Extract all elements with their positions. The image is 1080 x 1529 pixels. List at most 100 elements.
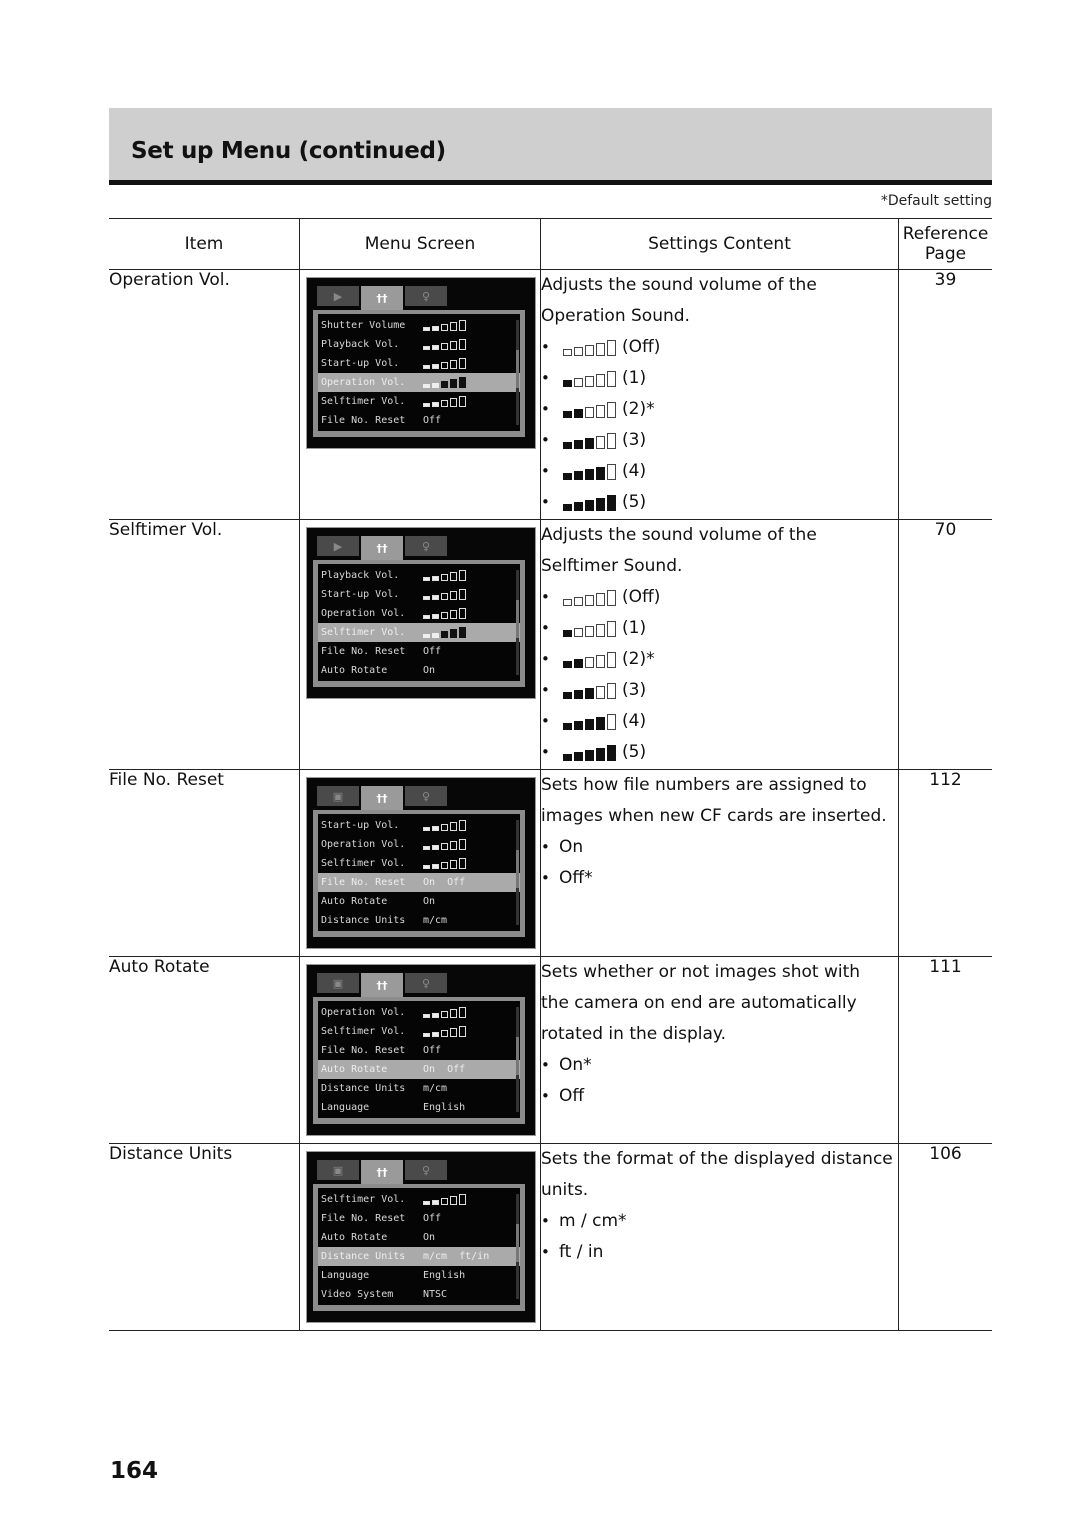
bullet-icon: • [541, 1056, 550, 1074]
bullet-icon: • [541, 462, 550, 480]
menu-row-label: Shutter Volume [321, 320, 406, 331]
menu-row-label: File No. Reset [321, 415, 406, 426]
menu-row-label: File No. Reset [321, 646, 406, 657]
volume-bars-icon [563, 339, 616, 356]
menu-row: Selftimer Vol. [318, 1022, 520, 1041]
option-label: (4) [622, 711, 647, 731]
menu-row-value: Off [423, 415, 442, 426]
option-label: (4) [622, 461, 647, 481]
menu-row-value: English [423, 1270, 466, 1281]
menu-row-value: m/cm [423, 1083, 448, 1094]
option-label: On* [559, 1055, 592, 1075]
item-name: Distance Units [109, 1143, 300, 1331]
menu-row: Selftimer Vol. [318, 1190, 520, 1209]
bullet-icon: • [541, 588, 550, 606]
item-name: File No. Reset [109, 769, 300, 957]
description-line: Adjusts the sound volume of the [541, 525, 817, 545]
menu-scrollbar [516, 1194, 519, 1299]
volume-bars-icon [563, 713, 616, 730]
reference-page: 70 [898, 519, 992, 770]
menu-row-label: Auto Rotate [321, 1064, 388, 1075]
menu-row-label: Operation Vol. [321, 608, 406, 619]
description-line: Selftimer Sound. [541, 556, 683, 576]
menu-row-label: Selftimer Vol. [321, 627, 406, 638]
table-row: Operation Vol. ▶ †† ♀ Shutter Volume Playback… [109, 269, 992, 520]
menu-row-label: Playback Vol. [321, 339, 400, 350]
menu-row: File No. Reset Off [318, 411, 520, 430]
menu-row-label: Language [321, 1270, 370, 1281]
volume-level-indicator [423, 339, 466, 350]
default-setting-note: *Default setting [880, 193, 992, 209]
menu-row: Operation Vol. [318, 604, 520, 623]
bullet-icon: • [541, 838, 550, 856]
volume-level-indicator [423, 1026, 466, 1037]
option-item: • (Off) [541, 332, 898, 363]
setup-icon: †† [361, 786, 403, 810]
option-item: • On [541, 832, 898, 863]
section-header: Set up Menu (continued) [109, 108, 992, 180]
my-camera-icon: ♀ [405, 973, 447, 993]
setup-icon: †† [361, 973, 403, 997]
menu-list: Selftimer Vol. File No. Reset Off Auto Rota… [318, 1188, 520, 1305]
option-item: • (4) [541, 456, 898, 487]
menu-row-value: On Off [423, 1064, 466, 1075]
menu-row-selected: Operation Vol. [318, 373, 520, 392]
section-title: Set up Menu (continued) [131, 138, 446, 164]
option-label: (1) [622, 368, 647, 388]
description-line: Sets whether or not images shot with [541, 962, 861, 982]
volume-level-indicator [423, 358, 466, 369]
volume-level-indicator [423, 377, 466, 388]
bullet-icon: • [541, 400, 550, 418]
menu-row-label: Distance Units [321, 1251, 406, 1262]
menu-tabs: ▶ †† ♀ [317, 286, 449, 310]
option-item: • (2)* [541, 644, 898, 675]
menu-row-label: Start-up Vol. [321, 589, 400, 600]
option-label: (3) [622, 430, 647, 450]
menu-row: Playback Vol. [318, 566, 520, 585]
menu-tabs: ▶ †† ♀ [317, 536, 449, 560]
volume-level-indicator [423, 858, 466, 869]
option-item: • (3) [541, 675, 898, 706]
camera-menu-screenshot: ▶ †† ♀ Shutter Volume Playback Vol. Start-up … [306, 277, 536, 449]
menu-row-label: Auto Rotate [321, 665, 388, 676]
item-name: Operation Vol. [109, 269, 300, 520]
menu-row: Operation Vol. [318, 835, 520, 854]
option-item: • (1) [541, 363, 898, 394]
option-label: Off* [559, 868, 593, 888]
volume-bars-icon [563, 651, 616, 668]
option-label: (5) [622, 742, 647, 762]
menu-scrollbar [516, 320, 519, 425]
bullet-icon: • [541, 338, 550, 356]
option-item: • (2)* [541, 394, 898, 425]
page-number: 164 [110, 1458, 159, 1484]
menu-row: Operation Vol. [318, 1003, 520, 1022]
menu-row: File No. Reset Off [318, 1209, 520, 1228]
option-item: • (Off) [541, 582, 898, 613]
menu-row-label: Playback Vol. [321, 570, 400, 581]
option-label: (2)* [622, 649, 655, 669]
header-divider [109, 180, 992, 185]
volume-level-indicator [423, 839, 466, 850]
menu-tabs: ▣ †† ♀ [317, 973, 449, 997]
my-camera-icon: ♀ [405, 536, 447, 556]
camera-menu-screenshot: ▣ †† ♀ Operation Vol. Selftimer Vol. File No.… [306, 964, 536, 1136]
bullet-icon: • [541, 869, 550, 887]
volume-bars-icon [563, 370, 616, 387]
menu-list: Playback Vol. Start-up Vol. Operation Vol.… [318, 564, 520, 681]
bullet-icon: • [541, 369, 550, 387]
option-item: • m / cm* [541, 1206, 898, 1237]
volume-bars-icon [563, 589, 616, 606]
volume-level-indicator [423, 1007, 466, 1018]
item-name: Auto Rotate [109, 956, 300, 1144]
menu-row-label: Operation Vol. [321, 839, 406, 850]
menu-row-value: Off [423, 1045, 442, 1056]
menu-row-label: Selftimer Vol. [321, 1026, 406, 1037]
menu-tabs: ▣ †† ♀ [317, 1160, 449, 1184]
menu-row-value: m/cm [423, 915, 448, 926]
menu-row: Selftimer Vol. [318, 392, 520, 411]
bullet-icon: • [541, 619, 550, 637]
table-row: Distance Units ▣ †† ♀ Selftimer Vol. File No.… [109, 1143, 992, 1331]
menu-row-value: On [423, 1232, 436, 1243]
menu-row-label: Selftimer Vol. [321, 858, 406, 869]
volume-level-indicator [423, 1194, 466, 1205]
